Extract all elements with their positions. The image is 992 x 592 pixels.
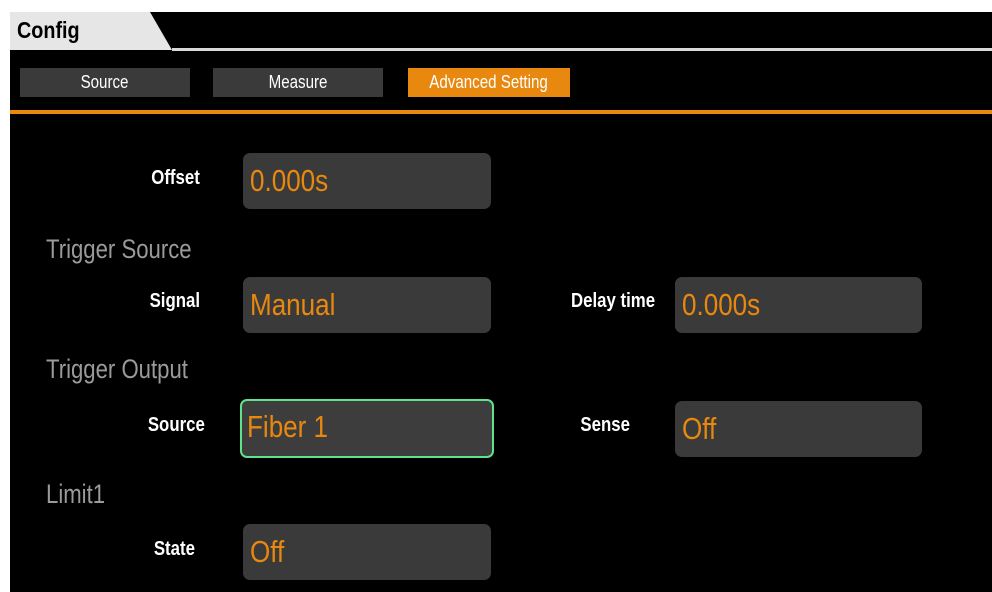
trigger-source-heading: Trigger Source [46,234,192,264]
output-source-field[interactable]: Fiber 1 [240,399,494,458]
delay-time-label: Delay time [570,290,655,312]
delay-time-field[interactable]: 0.000s [675,277,922,333]
limit1-heading: Limit1 [46,479,106,509]
offset-value: 0.000s [250,163,329,198]
sense-field[interactable]: Off [675,401,922,457]
signal-field[interactable]: Manual [243,277,491,333]
tab-measure-label: Measure [268,72,328,92]
tab-advanced-setting[interactable]: Advanced Setting [408,68,570,97]
config-screen: Config Source Measure Advanced Setting O… [10,12,992,592]
tab-measure[interactable]: Measure [213,68,383,97]
output-source-value: Fiber 1 [247,409,329,444]
offset-label: Offset [151,167,200,189]
state-label: State [153,538,195,560]
trigger-output-heading: Trigger Output [46,354,188,384]
page-title: Config [17,17,80,43]
title-tab: Config [10,12,172,50]
tab-advanced-setting-label: Advanced Setting [429,72,549,92]
sense-label: Sense [580,414,630,436]
tab-source[interactable]: Source [20,68,190,97]
tab-underline [10,110,992,114]
offset-field[interactable]: 0.000s [243,153,491,209]
state-value: Off [250,534,285,569]
sense-value: Off [682,411,717,446]
state-field[interactable]: Off [243,524,491,580]
tab-source-label: Source [81,72,129,92]
output-source-label: Source [148,414,205,436]
signal-label: Signal [149,290,200,312]
delay-time-value: 0.000s [682,287,761,322]
signal-value: Manual [250,287,336,322]
tab-bar: Source Measure Advanced Setting [10,51,992,112]
